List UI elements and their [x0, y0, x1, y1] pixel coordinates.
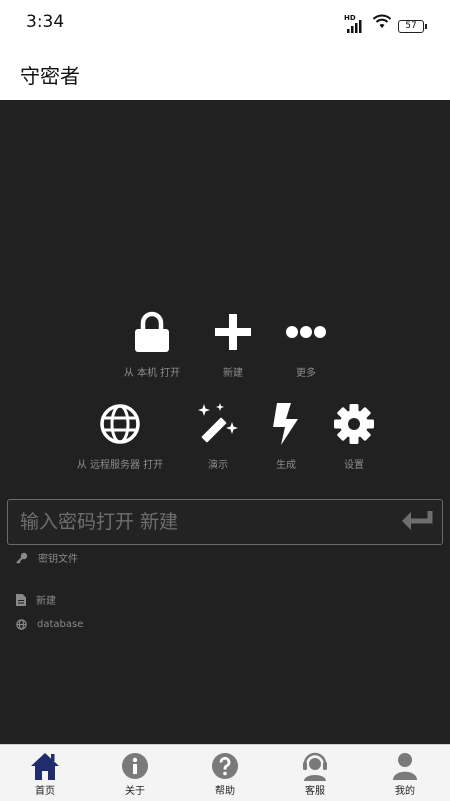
status-time: 3:34: [26, 12, 65, 32]
main-panel: 从 本机 打开 新建 更多 从 远程服务器 打开 演示 生成 设置 密钥文件 新…: [0, 100, 450, 744]
enter-button[interactable]: [400, 509, 434, 537]
lightning-icon: [273, 403, 298, 445]
open-local-button[interactable]: 从 本机 打开: [110, 310, 194, 379]
globe-small-icon: [16, 619, 27, 630]
password-input[interactable]: [18, 500, 392, 544]
nav-home[interactable]: 首页: [0, 745, 90, 801]
headset-icon: [303, 752, 327, 781]
database-item[interactable]: database: [16, 619, 83, 630]
new-file-label: 新建: [36, 596, 56, 607]
nav-profile-label: 我的: [395, 786, 415, 797]
status-bar: 3:34 HD 57: [0, 0, 450, 46]
nav-profile[interactable]: 我的: [360, 745, 450, 801]
key-file-label: 密钥文件: [38, 554, 78, 565]
app-title: 守密者: [20, 64, 80, 88]
status-icons: HD 57: [344, 14, 427, 33]
nav-help-label: 帮助: [215, 786, 235, 797]
open-remote-button[interactable]: 从 远程服务器 打开: [70, 402, 170, 471]
info-icon: [122, 753, 148, 779]
demo-label: 演示: [208, 460, 228, 471]
document-icon: [16, 593, 26, 606]
generate-label: 生成: [276, 460, 296, 471]
key-file-item[interactable]: 密钥文件: [16, 550, 78, 565]
demo-button[interactable]: 演示: [188, 402, 248, 471]
new-button[interactable]: 新建: [203, 310, 263, 379]
more-button[interactable]: 更多: [276, 310, 336, 379]
gear-icon: [334, 404, 374, 444]
nav-home-label: 首页: [35, 786, 55, 797]
settings-label: 设置: [344, 460, 364, 471]
battery-icon: 57: [398, 20, 427, 33]
help-icon: [212, 753, 238, 779]
nav-about-label: 关于: [125, 786, 145, 797]
settings-button[interactable]: 设置: [324, 402, 384, 471]
database-label: database: [37, 619, 84, 630]
profile-icon: [393, 753, 417, 780]
app-bar: 守密者: [0, 46, 450, 100]
open-local-label: 从 本机 打开: [123, 368, 181, 379]
bottom-nav: 首页 关于 帮助 客服 我的: [0, 744, 450, 801]
generate-button[interactable]: 生成: [256, 402, 316, 471]
enter-icon: [402, 511, 433, 530]
wifi-icon: [372, 14, 392, 33]
magic-wand-icon: [198, 403, 238, 443]
new-label: 新建: [223, 368, 243, 379]
password-field: [7, 499, 443, 545]
signal-icon: HD: [344, 14, 366, 33]
more-label: 更多: [296, 368, 316, 379]
nav-support[interactable]: 客服: [270, 745, 360, 801]
plus-icon: [215, 314, 251, 350]
open-remote-label: 从 远程服务器 打开: [76, 460, 164, 471]
more-dots-icon: [286, 326, 326, 338]
nav-support-label: 客服: [305, 786, 325, 797]
home-icon: [31, 753, 59, 780]
nav-help[interactable]: 帮助: [180, 745, 270, 801]
lock-icon: [135, 311, 169, 352]
key-icon: [16, 552, 28, 564]
nav-about[interactable]: 关于: [90, 745, 180, 801]
new-file-item[interactable]: 新建: [16, 592, 56, 607]
globe-icon: [100, 404, 140, 444]
